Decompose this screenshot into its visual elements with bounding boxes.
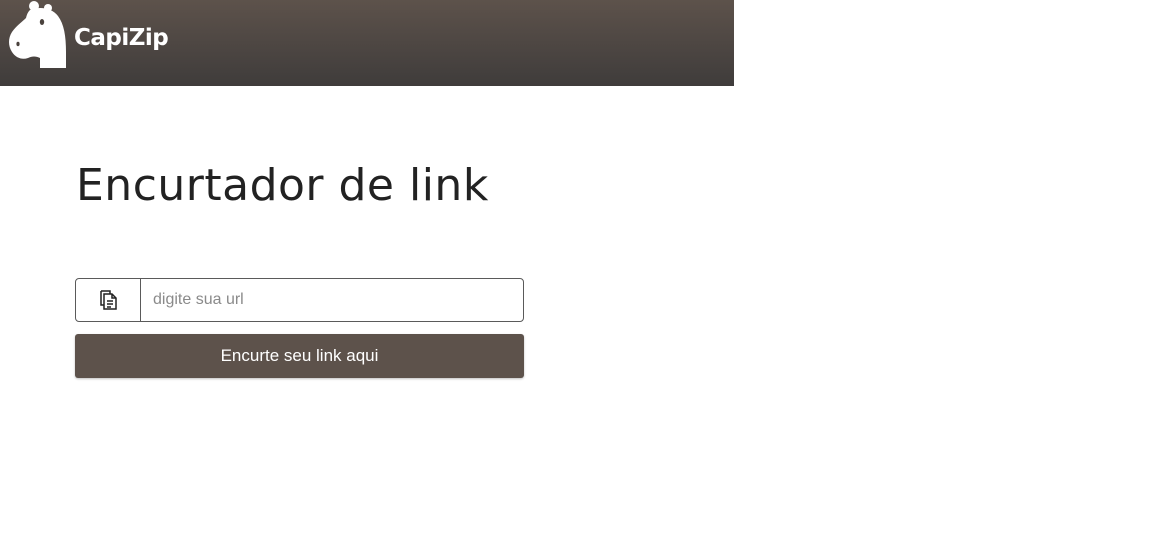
url-input[interactable] [140,278,524,322]
site-header: CapiZip [0,0,734,86]
capybara-icon [9,1,66,68]
brand-name: CapiZip [74,25,169,51]
paste-document-icon [100,290,117,310]
brand-logo[interactable]: CapiZip [6,0,169,70]
url-input-group [75,278,524,322]
shorten-link-button[interactable]: Encurte seu link aqui [75,334,524,378]
url-input-addon [75,278,141,322]
page-title: Encurtador de link [76,160,489,211]
